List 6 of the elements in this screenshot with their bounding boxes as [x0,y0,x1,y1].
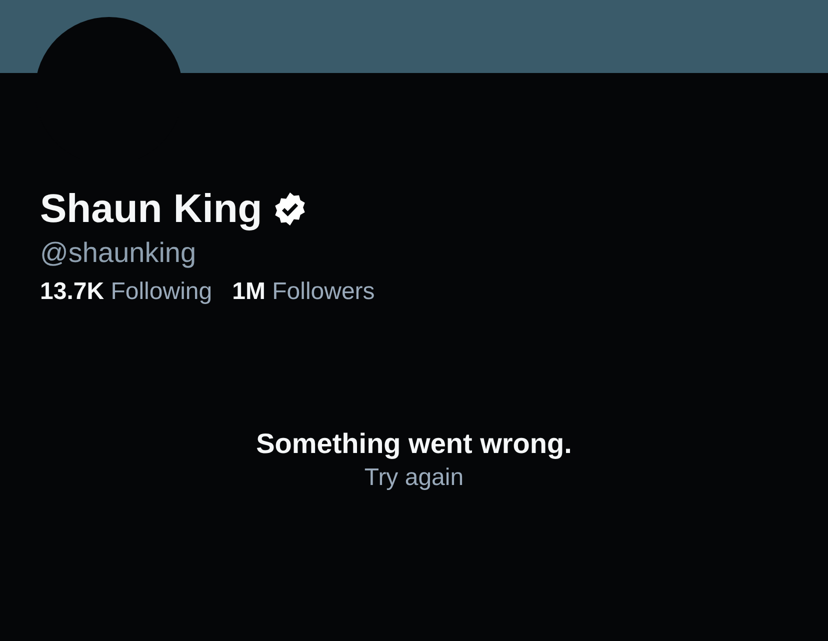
error-message: Something went wrong. [256,427,572,461]
stat-link[interactable]: 13.7K Following [40,277,212,307]
stat-link[interactable]: 1M Followers [232,277,375,307]
try-again-link[interactable]: Try again [364,463,464,493]
profile-handle: @shaunking [40,236,198,270]
profile-name: Shaun King [40,186,262,233]
